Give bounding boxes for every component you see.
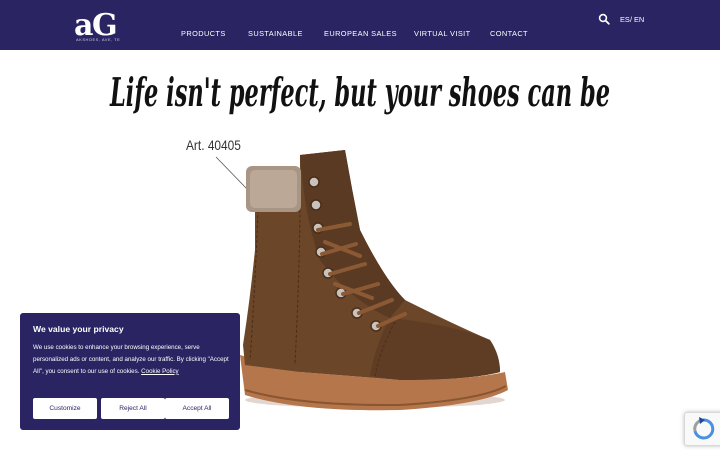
hero-slogan: Life isn't perfect, but your shoes can b… [109,70,610,116]
lang-en-link[interactable]: EN [634,15,644,24]
cookie-text: We use cookies to enhance your browsing … [33,344,229,375]
nav-contact[interactable]: CONTACT [490,29,528,38]
logo-caption: AKSHOES, AVE, TE [76,37,121,42]
search-icon[interactable] [598,13,610,25]
nav-european-sales[interactable]: EUROPEAN SALES [324,29,397,38]
cookie-description: We use cookies to enhance your browsing … [33,342,231,377]
nav-sustainable[interactable]: SUSTAINABLE [248,29,303,38]
nav-products[interactable]: PRODUCTS [181,29,226,38]
cookie-policy-link[interactable]: Cookie Policy [141,368,179,375]
slogan-text: Life isn't perfect, but your shoes can b… [109,70,610,116]
lang-separator: / [630,15,633,24]
cookie-consent-banner: We value your privacy We use cookies to … [20,313,240,430]
nav-virtual-visit[interactable]: VIRTUAL VISIT [414,29,471,38]
cookie-title: We value your privacy [33,324,124,334]
reject-all-button[interactable]: Reject All [101,398,165,419]
site-header: a G AKSHOES, AVE, TE PRODUCTS SUSTAINABL… [0,0,720,50]
customize-button[interactable]: Customize [33,398,97,419]
recaptcha-badge[interactable] [684,412,720,446]
recaptcha-icon [693,417,715,440]
accept-all-button[interactable]: Accept All [165,398,229,419]
lang-es-link[interactable]: ES [620,15,630,24]
